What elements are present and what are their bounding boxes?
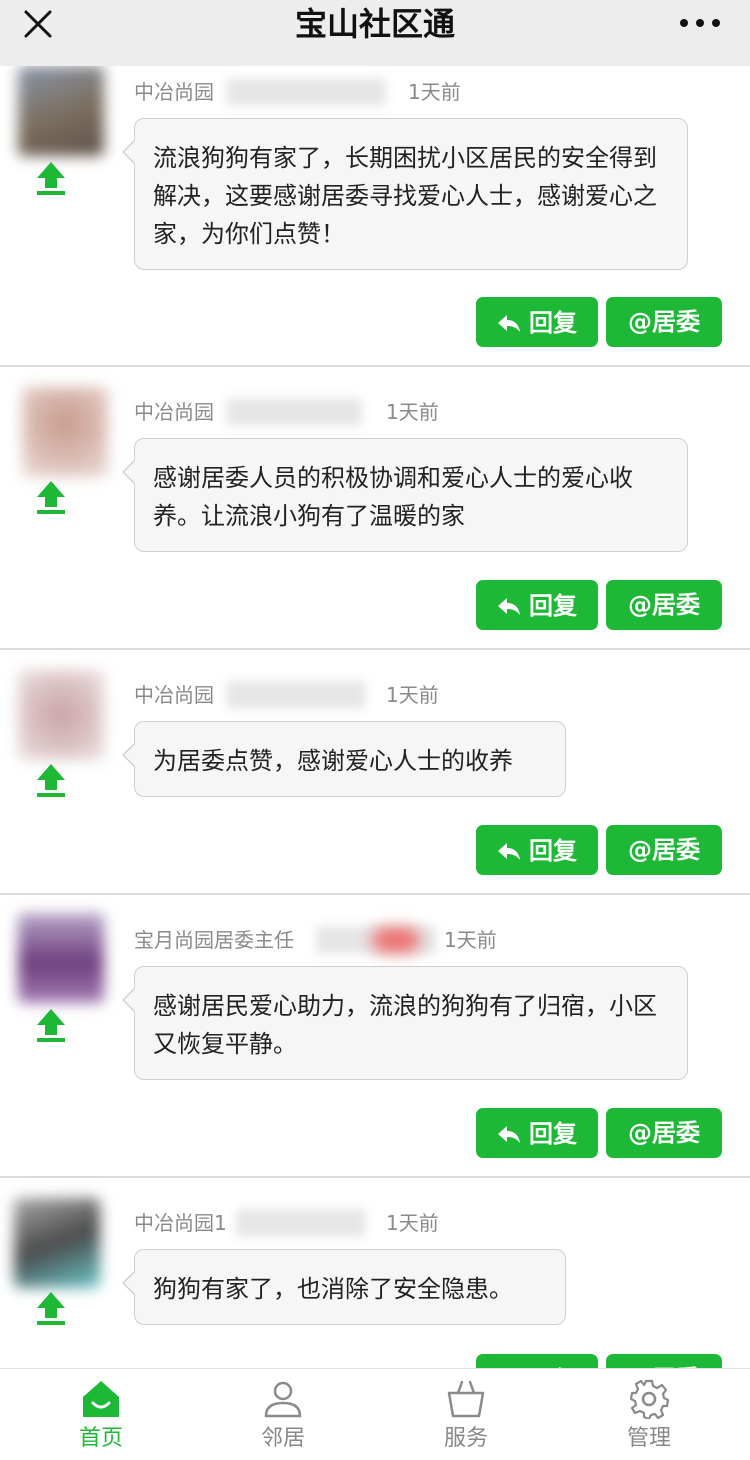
comment-text: 为居委点赞，感谢爱心人士的收养 [153,747,513,775]
post-time: 1天前 [408,80,461,104]
author-community: 中冶尚园 [134,683,214,707]
author-community: 宝月尚园居委主任 [134,928,294,952]
reply-button[interactable]: 回复 [476,1108,598,1158]
mention-committee-button[interactable]: @居委 [606,1354,722,1368]
tab-home[interactable]: 首页 [41,1369,161,1460]
author-name-blurred [226,78,386,106]
comment-feed[interactable]: 中冶尚园 1天前 流浪狗狗有家了，长期困扰小区居民的安全得到解决，这要感谢居委寻… [0,66,750,1368]
comment-text: 狗狗有家了，也消除了安全隐患。 [153,1275,513,1303]
author-name-blurred [236,1209,366,1237]
mention-committee-button[interactable]: @居委 [606,825,722,875]
nav-header: 宝山社区通 [0,0,750,66]
author-community: 中冶尚园 [134,80,214,104]
bottom-tab-bar: 首页 邻居 服务 管理 [0,1368,750,1460]
avatar[interactable] [18,66,104,156]
comment-item: 中冶尚园 1天前 为居委点赞，感谢爱心人士的收养 回复 @居委 [0,650,750,895]
mention-committee-button[interactable]: @居委 [606,580,722,630]
reply-arrow-icon [498,315,520,332]
upvote-arrow-icon[interactable] [36,1007,66,1043]
gear-icon [629,1379,669,1419]
tab-label: 管理 [626,1426,671,1451]
post-time: 1天前 [386,1211,439,1235]
author-name-blurred [226,681,366,709]
author-community: 中冶尚园1 [134,1211,227,1235]
comment-text: 感谢居委人员的积极协调和爱心人士的爱心收养。让流浪小狗有了温暖的家 [153,464,633,530]
comment-bubble: 狗狗有家了，也消除了安全隐患。 [122,1249,566,1325]
more-icon[interactable] [678,10,722,36]
basket-icon [447,1380,485,1418]
person-icon [264,1381,302,1418]
author-community: 中冶尚园 [134,400,214,424]
reply-arrow-icon [498,1126,520,1143]
post-time: 1天前 [386,683,439,707]
avatar[interactable] [18,670,104,760]
upvote-arrow-icon[interactable] [36,1290,66,1326]
mention-committee-button[interactable]: @居委 [606,1108,722,1158]
reply-button[interactable]: 回复 [476,580,598,630]
tab-label: 邻居 [260,1426,305,1451]
avatar[interactable] [22,387,108,477]
reply-button[interactable]: 回复 [476,1354,598,1368]
comment-bubble: 感谢居民爱心助力，流浪的狗狗有了归宿，小区又恢复平静。 [122,966,688,1080]
reply-arrow-icon [498,843,520,860]
comment-bubble: 感谢居委人员的积极协调和爱心人士的爱心收养。让流浪小狗有了温暖的家 [122,438,688,552]
author-name-blurred-mark [372,928,420,952]
comment-item: 中冶尚园 1天前 流浪狗狗有家了，长期困扰小区居民的安全得到解决，这要感谢居委寻… [0,66,750,367]
comment-item: 中冶尚园 1天前 感谢居委人员的积极协调和爱心人士的爱心收养。让流浪小狗有了温暖… [0,367,750,650]
upvote-arrow-icon[interactable] [36,479,66,515]
upvote-arrow-icon[interactable] [36,762,66,798]
comment-text: 流浪狗狗有家了，长期困扰小区居民的安全得到解决，这要感谢居委寻找爱心人士，感谢爱… [153,144,657,248]
tab-label: 首页 [78,1426,123,1451]
comment-bubble: 流浪狗狗有家了，长期困扰小区居民的安全得到解决，这要感谢居委寻找爱心人士，感谢爱… [122,118,688,270]
avatar[interactable] [18,913,104,1003]
tab-manage[interactable]: 管理 [589,1369,709,1460]
home-icon [83,1381,119,1417]
post-time: 1天前 [444,928,497,952]
reply-button[interactable]: 回复 [476,297,598,347]
post-time: 1天前 [386,400,439,424]
reply-arrow-icon [498,598,520,615]
upvote-arrow-icon[interactable] [36,160,66,196]
mention-committee-button[interactable]: @居委 [606,297,722,347]
reply-button[interactable]: 回复 [476,825,598,875]
tab-neighbors[interactable]: 邻居 [223,1369,343,1460]
tab-label: 服务 [443,1426,488,1451]
comment-bubble: 为居委点赞，感谢爱心人士的收养 [122,721,566,797]
comment-text: 感谢居民爱心助力，流浪的狗狗有了归宿，小区又恢复平静。 [153,992,657,1058]
comment-item: 宝月尚园居委主任 1天前 感谢居民爱心助力，流浪的狗狗有了归宿，小区又恢复平静。… [0,895,750,1178]
tab-services[interactable]: 服务 [406,1369,526,1460]
comment-item: 中冶尚园1 1天前 狗狗有家了，也消除了安全隐患。 回复 @居委 [0,1178,750,1368]
author-name-blurred [226,398,362,426]
avatar[interactable] [14,1198,100,1288]
page-title: 宝山社区通 [294,5,455,43]
